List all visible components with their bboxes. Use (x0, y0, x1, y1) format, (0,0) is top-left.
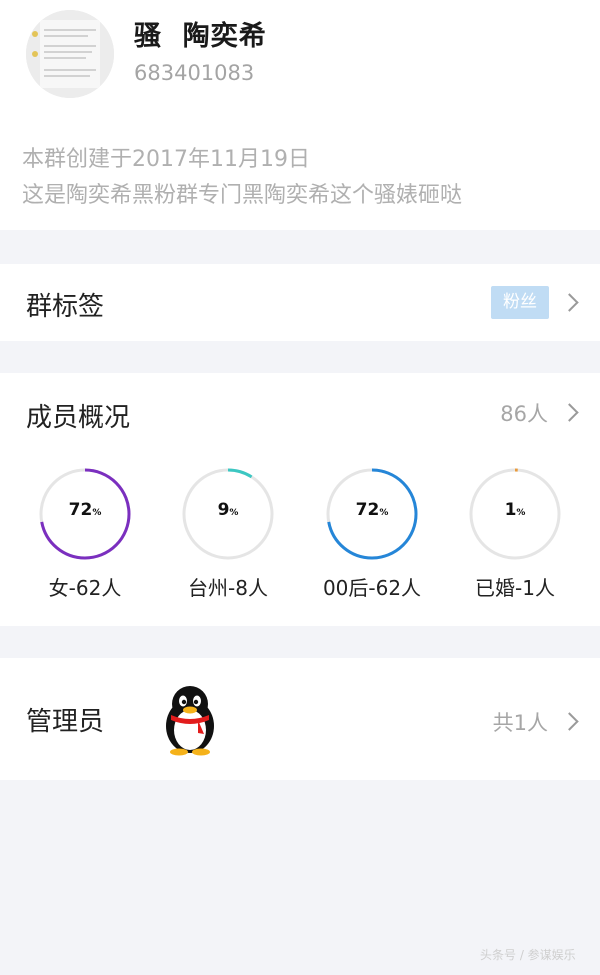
member-overview-section[interactable]: 成员概况 86人 72% 女-62人 9% 台州-8人 72% 00后-62人 … (0, 373, 600, 626)
admin-count: 共1人 (492, 711, 548, 735)
stat-label: 台州-8人 (188, 576, 268, 600)
group-tags-title: 群标签 (26, 292, 105, 322)
admins-row[interactable]: 管理员 共1人 (0, 658, 600, 780)
stat-location: 9% 台州-8人 (168, 466, 288, 601)
member-overview-title: 成员概况 (26, 403, 131, 433)
group-description: 这是陶奕希黑粉群专门黑陶奕希这个骚婊砸哒 (22, 183, 463, 208)
group-id: 683401083 (134, 61, 255, 85)
stat-gender: 72% 女-62人 (25, 466, 145, 601)
stat-label: 已婚-1人 (475, 576, 555, 600)
group-created-date: 本群创建于2017年11月19日 (22, 147, 310, 172)
watermark: 头条号 / 参谋娱乐 (480, 948, 576, 962)
tag-badge: 粉丝 (491, 286, 549, 319)
stat-percent: 72% (68, 500, 102, 520)
group-header: 骚 陶奕希 683401083 本群创建于2017年11月19日 这是陶奕希黑粉… (0, 0, 600, 230)
group-tags-row[interactable]: 群标签 粉丝 (0, 264, 600, 341)
group-name: 骚 陶奕希 (134, 21, 267, 52)
chevron-right-icon (560, 403, 579, 422)
admin-avatar-penguin-icon[interactable] (158, 682, 222, 760)
stat-label: 00后-62人 (322, 576, 422, 600)
chevron-right-icon (560, 293, 579, 312)
stat-percent: 72% (355, 500, 389, 520)
stat-percent: 1% (504, 500, 526, 520)
stat-percent: 9% (217, 500, 239, 520)
stat-marital: 1% 已婚-1人 (455, 466, 575, 601)
stat-label: 女-62人 (48, 576, 122, 600)
admins-title: 管理员 (26, 707, 105, 737)
member-count: 86人 (500, 402, 548, 426)
group-avatar[interactable] (26, 10, 114, 98)
stat-age: 72% 00后-62人 (312, 466, 432, 601)
chevron-right-icon (560, 712, 579, 731)
